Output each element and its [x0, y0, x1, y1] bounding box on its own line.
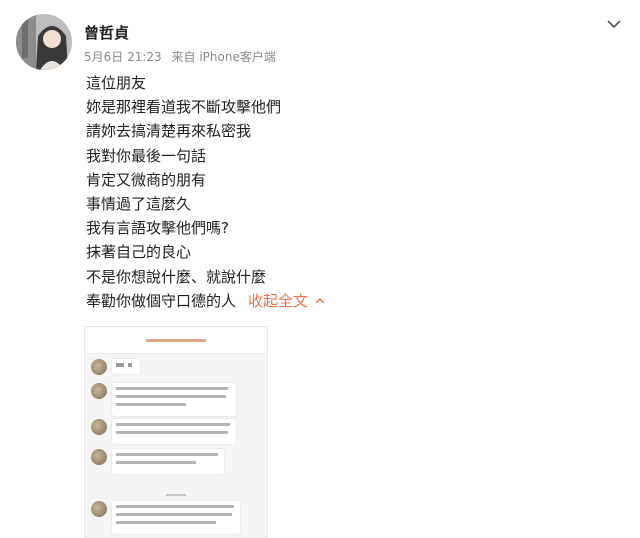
post-source: 来自 iPhone客户端: [171, 50, 276, 64]
chat-message: [91, 359, 140, 375]
chat-avatar: [91, 419, 107, 435]
post-date: 5月6日 21:23: [84, 50, 162, 64]
chat-bubble: [112, 449, 224, 474]
post-meta: 5月6日 21:23 来自 iPhone客户端: [84, 48, 276, 65]
post-line: 奉勸你做個守口德的人: [86, 291, 237, 310]
bubble-text-glyphs: [116, 387, 228, 406]
bubble-text-glyphs: [116, 363, 132, 367]
post-last-line: 奉勸你做個守口德的人 收起全文: [86, 289, 606, 313]
chat-timestamp: [85, 493, 267, 498]
avatar-photo: [16, 14, 72, 70]
avatar[interactable]: [16, 14, 72, 70]
chat-message: [91, 449, 224, 474]
post-line: 我有言語攻擊他們嗎?: [86, 219, 229, 238]
bubble-text-glyphs: [116, 453, 218, 464]
chat-screenshot-image[interactable]: [84, 326, 268, 538]
chevron-down-icon[interactable]: [602, 12, 626, 36]
chat-avatar: [91, 449, 107, 465]
chat-header-title-glyphs: [146, 338, 206, 342]
bubble-text-glyphs: [116, 423, 230, 434]
chat-bubble: [112, 419, 236, 444]
chat-message: [91, 501, 240, 534]
bubble-text-glyphs: [116, 505, 234, 524]
post-line: 請妳去搞清楚再來私密我: [86, 122, 252, 141]
collapse-text-button[interactable]: 收起全文: [248, 292, 308, 310]
post-line: 妳是那裡看道我不斷攻擊他們: [86, 98, 282, 117]
chat-avatar: [91, 501, 107, 517]
post-line: 抹著自己的良心: [86, 243, 192, 262]
post-line: 不是你想說什麼、就說什麼: [86, 267, 267, 286]
chat-header-bar: [85, 327, 267, 354]
chat-message: [91, 383, 236, 416]
username[interactable]: 曾哲貞: [84, 22, 129, 43]
chat-bubble: [112, 501, 240, 534]
post-line: 這位朋友: [86, 74, 147, 92]
chat-bubble: [112, 359, 140, 374]
post-line: 事情過了這麼久: [86, 195, 192, 214]
chat-avatar: [91, 359, 107, 375]
chat-avatar: [91, 383, 107, 399]
post-line: 我對你最後一句話: [86, 146, 207, 165]
chat-bubble: [112, 383, 236, 416]
post-body: 這位朋友 妳是那裡看道我不斷攻擊他們 請妳去搞清楚再來私密我 我對你最後一句話 …: [86, 71, 606, 313]
chat-message: [91, 419, 236, 444]
timestamp-glyphs: [166, 494, 186, 496]
caret-up-icon[interactable]: [314, 296, 326, 306]
post-line: 肯定又微商的朋有: [86, 170, 207, 189]
